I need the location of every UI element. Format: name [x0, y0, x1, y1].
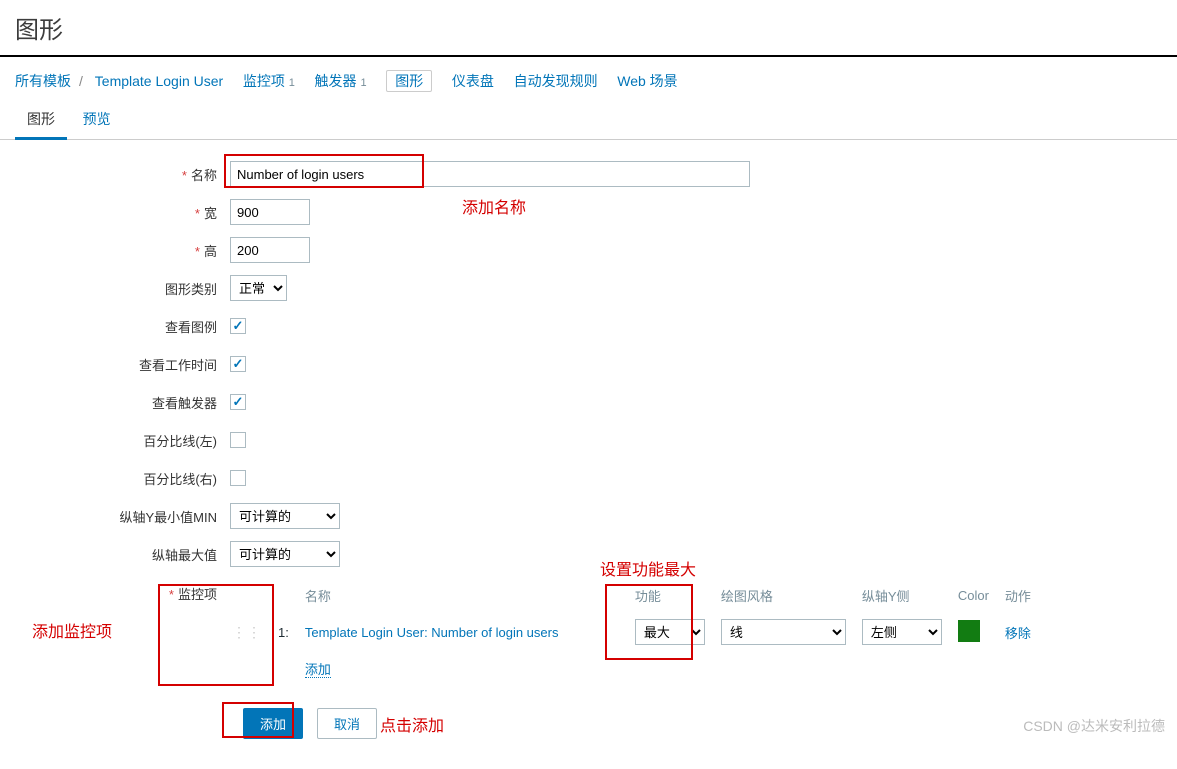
- item-name-link[interactable]: Template Login User: Number of login use…: [305, 625, 559, 640]
- watermark: CSDN @达米安利拉德: [1023, 716, 1165, 736]
- items-table: 名称 功能 绘图风格 纵轴Y侧 Color 动作 ⋮⋮ 1: Template …: [230, 578, 1047, 686]
- label-width: 宽: [204, 206, 217, 221]
- th-yaxis: 纵轴Y侧: [862, 580, 956, 611]
- draw-select[interactable]: 线: [721, 619, 846, 645]
- th-action: 动作: [1005, 580, 1045, 611]
- row-number: 1:: [278, 613, 303, 651]
- page-title: 图形: [15, 10, 1162, 45]
- label-height: 高: [204, 244, 217, 259]
- bc-discovery[interactable]: 自动发现规则: [514, 73, 598, 89]
- yaxis-select[interactable]: 左侧: [862, 619, 942, 645]
- label-ymax: 纵轴最大值: [15, 545, 230, 564]
- th-name: 名称: [305, 580, 633, 611]
- label-percent-right: 百分比线(右): [15, 469, 230, 488]
- legend-checkbox[interactable]: [230, 318, 246, 334]
- worktime-checkbox[interactable]: [230, 356, 246, 372]
- percent-right-checkbox[interactable]: [230, 470, 246, 486]
- triggers-checkbox[interactable]: [230, 394, 246, 410]
- label-worktime: 查看工作时间: [15, 355, 230, 374]
- cancel-button[interactable]: 取消: [317, 708, 377, 739]
- name-input[interactable]: [230, 161, 750, 187]
- remove-link[interactable]: 移除: [1005, 626, 1031, 641]
- type-select[interactable]: 正常: [230, 275, 287, 301]
- label-ymin: 纵轴Y最小值MIN: [15, 507, 230, 526]
- bc-items[interactable]: 监控项 1: [243, 73, 295, 89]
- color-picker[interactable]: [958, 620, 980, 642]
- bc-dashboards[interactable]: 仪表盘: [452, 73, 494, 89]
- tab-graph[interactable]: 图形: [15, 101, 67, 140]
- label-percent-left: 百分比线(左): [15, 431, 230, 450]
- bc-triggers[interactable]: 触发器 1: [315, 73, 367, 89]
- tab-preview[interactable]: 预览: [71, 101, 123, 137]
- tabs: 图形 预览: [0, 101, 1177, 140]
- label-type: 图形类别: [15, 279, 230, 298]
- bc-graphs[interactable]: 图形: [386, 70, 432, 92]
- height-input[interactable]: [230, 237, 310, 263]
- page-header: 图形: [0, 0, 1177, 57]
- bc-all-templates[interactable]: 所有模板: [15, 73, 71, 89]
- label-items: 监控项: [178, 587, 217, 602]
- add-button[interactable]: 添加: [243, 708, 303, 739]
- th-color: Color: [958, 580, 1003, 611]
- drag-handle-icon[interactable]: ⋮⋮: [232, 624, 262, 640]
- bc-web[interactable]: Web 场景: [617, 73, 677, 89]
- label-legend: 查看图例: [15, 317, 230, 336]
- bc-template-name[interactable]: Template Login User: [95, 73, 223, 89]
- label-triggers: 查看触发器: [15, 393, 230, 412]
- form: *名称 *宽 *高 图形类别 正常 查看图例 查看工作时间 查看触发器 百分比线…: [0, 140, 1177, 769]
- func-select[interactable]: 最大: [635, 619, 705, 645]
- ymax-select[interactable]: 可计算的: [230, 541, 340, 567]
- width-input[interactable]: [230, 199, 310, 225]
- percent-left-checkbox[interactable]: [230, 432, 246, 448]
- add-item-link[interactable]: 添加: [305, 662, 331, 678]
- label-name: 名称: [191, 168, 217, 183]
- th-draw: 绘图风格: [721, 580, 860, 611]
- breadcrumb: 所有模板/ Template Login User 监控项 1 触发器 1 图形…: [0, 57, 1177, 101]
- th-func: 功能: [635, 580, 719, 611]
- ymin-select[interactable]: 可计算的: [230, 503, 340, 529]
- table-row: ⋮⋮ 1: Template Login User: Number of log…: [232, 613, 1045, 651]
